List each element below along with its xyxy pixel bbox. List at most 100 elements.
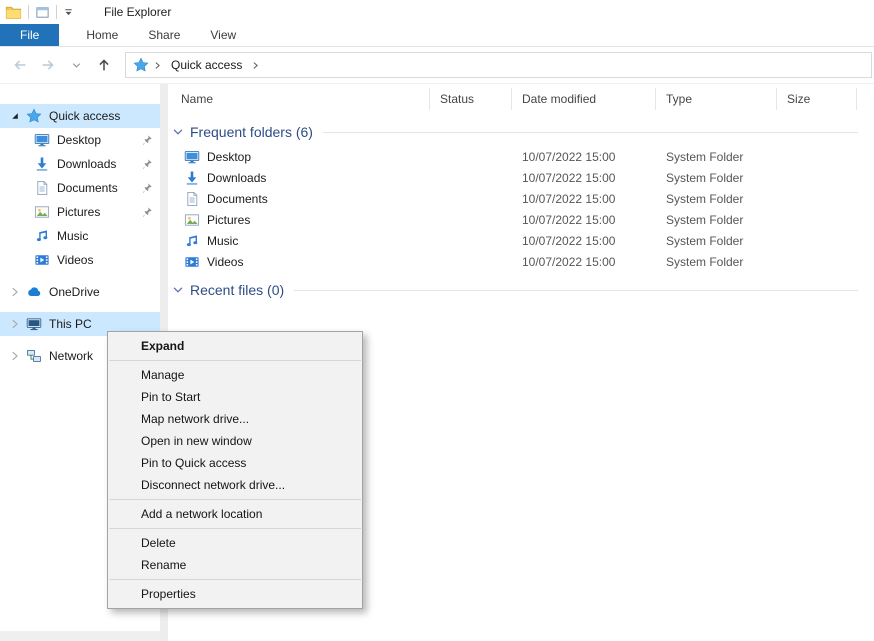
file-explorer-window: File Explorer File HomeShareView Quick ac… [0, 0, 874, 641]
file-row-pictures[interactable]: Pictures10/07/2022 15:00System Folder [168, 209, 874, 230]
back-button[interactable] [8, 53, 32, 77]
sidebar-item-quick-access[interactable]: Quick access [0, 104, 160, 128]
column-header-type[interactable]: Type [656, 88, 777, 110]
context-menu: Expand ManagePin to StartMap network driv… [107, 331, 363, 609]
file-row-music[interactable]: Music10/07/2022 15:00System Folder [168, 230, 874, 251]
sidebar-item-label: Network [49, 349, 93, 363]
column-header-status[interactable]: Status [430, 88, 512, 110]
desktop-icon [34, 132, 50, 148]
sidebar-item-label: Documents [57, 181, 118, 195]
column-header-date-modified[interactable]: Date modified [512, 88, 656, 110]
forward-arrow-icon [39, 56, 57, 74]
file-name-cell: Documents [168, 191, 430, 207]
group-label: Recent files (0) [190, 282, 284, 298]
file-groups: Frequent folders (6)Desktop10/07/2022 15… [168, 122, 874, 300]
chevron-right-icon[interactable] [8, 349, 22, 363]
menu-item-map-network-drive[interactable]: Map network drive... [108, 408, 362, 430]
sidebar-horizontal-scrollbar[interactable] [0, 631, 160, 641]
onedrive-icon [26, 284, 42, 300]
file-name: Videos [207, 255, 243, 269]
tab-home[interactable]: Home [71, 24, 133, 46]
menu-item-delete[interactable]: Delete [108, 532, 362, 554]
file-name-cell: Videos [168, 254, 430, 270]
pin-icon [141, 134, 153, 146]
menu-item-pin-to-quick-access[interactable]: Pin to Quick access [108, 452, 362, 474]
group-chevron-icon[interactable] [171, 283, 185, 297]
sidebar-item-label: Quick access [49, 109, 120, 123]
titlebar-separator [56, 5, 57, 19]
breadcrumb-quick-access[interactable]: Quick access [166, 58, 247, 72]
sidebar-item-downloads[interactable]: Downloads [0, 152, 160, 176]
desktop-icon [184, 149, 200, 165]
file-row-desktop[interactable]: Desktop10/07/2022 15:00System Folder [168, 146, 874, 167]
tab-file[interactable]: File [0, 24, 59, 46]
sidebar-item-label: Pictures [57, 205, 100, 219]
column-header-row: NameStatusDate modifiedTypeSize [168, 84, 874, 114]
downloads-icon [34, 156, 50, 172]
forward-button[interactable] [36, 53, 60, 77]
file-name: Pictures [207, 213, 250, 227]
ribbon-tab-bar: File HomeShareView [0, 24, 874, 47]
file-row-videos[interactable]: Videos10/07/2022 15:00System Folder [168, 251, 874, 272]
videos-icon [184, 254, 200, 270]
menu-separator [109, 528, 361, 529]
tab-share[interactable]: Share [133, 24, 195, 46]
music-icon [34, 228, 50, 244]
menu-item-manage[interactable]: Manage [108, 364, 362, 386]
back-arrow-icon [11, 56, 29, 74]
music-icon [184, 233, 200, 249]
downloads-icon [184, 170, 200, 186]
app-folder-icon[interactable] [5, 4, 22, 21]
menu-item-rename[interactable]: Rename [108, 554, 362, 576]
menu-item-expand[interactable]: Expand [108, 335, 362, 357]
chevron-right-icon[interactable] [8, 285, 22, 299]
pictures-icon [184, 212, 200, 228]
column-header-name[interactable]: Name [168, 88, 430, 110]
qat-dropdown-icon[interactable] [63, 7, 74, 18]
breadcrumb-chevron-icon[interactable] [249, 59, 262, 72]
group-chevron-icon[interactable] [171, 125, 185, 139]
file-row-downloads[interactable]: Downloads10/07/2022 15:00System Folder [168, 167, 874, 188]
chevron-right-icon[interactable] [8, 317, 22, 331]
network-icon [26, 348, 42, 364]
sidebar-item-label: Music [57, 229, 88, 243]
breadcrumb-chevron-icon[interactable] [151, 59, 164, 72]
file-type-cell: System Folder [656, 150, 777, 164]
titlebar: File Explorer [0, 0, 874, 24]
file-date-cell: 10/07/2022 15:00 [512, 234, 656, 248]
menu-item-properties[interactable]: Properties [108, 583, 362, 605]
menu-item-disconnect-network-drive[interactable]: Disconnect network drive... [108, 474, 362, 496]
group-label: Frequent folders (6) [190, 124, 313, 140]
sidebar-item-documents[interactable]: Documents [0, 176, 160, 200]
sidebar-item-music[interactable]: Music [0, 224, 160, 248]
menu-separator [109, 579, 361, 580]
qat-folder-icon[interactable] [35, 5, 50, 20]
sidebar-item-videos[interactable]: Videos [0, 248, 160, 272]
history-dropdown-icon [71, 60, 82, 71]
chevron-expanded-icon[interactable] [8, 109, 22, 123]
pin-icon [141, 182, 153, 194]
menu-item-pin-to-start[interactable]: Pin to Start [108, 386, 362, 408]
file-date-cell: 10/07/2022 15:00 [512, 255, 656, 269]
group-header-frequent-folders-6[interactable]: Frequent folders (6) [168, 122, 874, 142]
menu-item-open-in-new-window[interactable]: Open in new window [108, 430, 362, 452]
file-row-documents[interactable]: Documents10/07/2022 15:00System Folder [168, 188, 874, 209]
documents-icon [184, 191, 200, 207]
sidebar-item-pictures[interactable]: Pictures [0, 200, 160, 224]
titlebar-separator [28, 5, 29, 19]
file-type-cell: System Folder [656, 213, 777, 227]
address-bar[interactable]: Quick access [125, 52, 872, 78]
file-name-cell: Desktop [168, 149, 430, 165]
tab-view[interactable]: View [195, 24, 251, 46]
pictures-icon [34, 204, 50, 220]
file-name-cell: Downloads [168, 170, 430, 186]
column-header-size[interactable]: Size [777, 88, 857, 110]
sidebar-item-onedrive[interactable]: OneDrive [0, 280, 160, 304]
recent-locations-button[interactable] [64, 53, 88, 77]
menu-item-add-a-network-location[interactable]: Add a network location [108, 503, 362, 525]
sidebar-item-desktop[interactable]: Desktop [0, 128, 160, 152]
up-button[interactable] [92, 53, 116, 77]
documents-icon [34, 180, 50, 196]
group-header-recent-files-0[interactable]: Recent files (0) [168, 280, 874, 300]
pin-icon [141, 206, 153, 218]
